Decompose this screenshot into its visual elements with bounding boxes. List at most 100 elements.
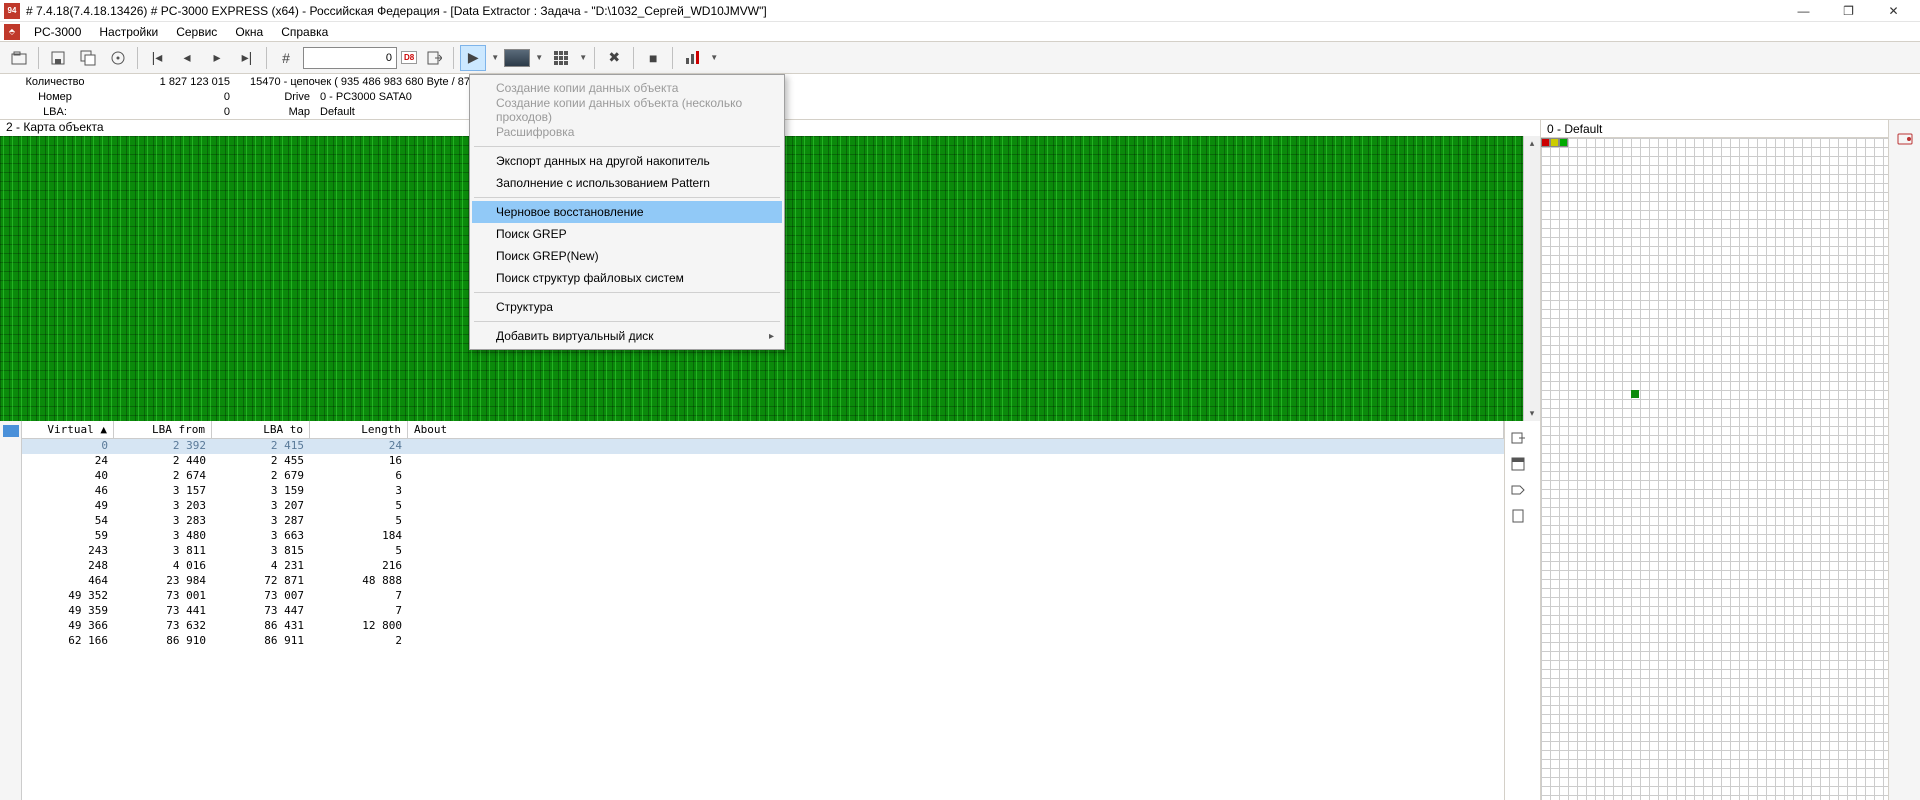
table-row[interactable]: 543 2833 2875 <box>22 514 1504 529</box>
table-row[interactable]: 593 4803 663184 <box>22 529 1504 544</box>
window-titlebar: 94 # 7.4.18(7.4.18.13426) # PC-3000 EXPR… <box>0 0 1920 22</box>
table-row[interactable]: 463 1573 1593 <box>22 484 1504 499</box>
menubar-icon: ⬘ <box>4 24 20 40</box>
export-row-icon[interactable] <box>1505 425 1531 451</box>
info-bar: Количество1 827 123 015 Номер0 LBA:0 154… <box>0 74 1920 120</box>
legend-green-icon <box>1559 138 1568 147</box>
object-map-scrollbar[interactable]: ▴ ▾ <box>1523 136 1540 421</box>
toolbar-separator <box>633 47 634 69</box>
thumb-dropdown[interactable]: ▼ <box>534 53 544 62</box>
window-title: # 7.4.18(7.4.18.13426) # PC-3000 EXPRESS… <box>26 4 1781 18</box>
page-icon[interactable] <box>1505 503 1531 529</box>
menu-service[interactable]: Сервис <box>168 23 225 41</box>
table-row[interactable]: 46423 98472 87148 888 <box>22 574 1504 589</box>
qty-label: Количество <box>10 76 100 91</box>
col-length[interactable]: Length <box>310 421 408 438</box>
right-tool-column <box>1888 120 1920 800</box>
app-icon: 94 <box>4 3 20 19</box>
chart-icon[interactable] <box>679 45 705 71</box>
context-menu-separator <box>474 197 780 198</box>
lba-value: 0 <box>100 106 230 121</box>
next-icon[interactable]: ▸ <box>204 45 230 71</box>
menu-help[interactable]: Справка <box>273 23 336 41</box>
table-row[interactable]: 493 2033 2075 <box>22 499 1504 514</box>
map-label: Map <box>250 106 310 121</box>
tools-icon[interactable]: ✖ <box>601 45 627 71</box>
context-menu-item[interactable]: Поиск GREP(New) <box>472 245 782 267</box>
grid-dropdown[interactable]: ▼ <box>578 53 588 62</box>
thumbnail-icon[interactable] <box>504 49 530 67</box>
qty-value: 1 827 123 015 <box>100 76 230 91</box>
col-about[interactable]: About <box>408 421 1504 438</box>
toolbar-separator <box>594 47 595 69</box>
db-badge-icon: D8 <box>401 51 417 64</box>
play-icon[interactable]: ▶ <box>460 45 486 71</box>
context-menu-separator <box>474 321 780 322</box>
col-lba-to[interactable]: LBA to <box>212 421 310 438</box>
export-icon[interactable] <box>421 45 447 71</box>
context-menu-item: Расшифровка <box>472 121 782 143</box>
disk-icon[interactable] <box>105 45 131 71</box>
table-body[interactable]: 02 3922 41524242 4402 45516402 6742 6796… <box>22 439 1504 800</box>
toolbar-separator <box>137 47 138 69</box>
context-menu-separator <box>474 292 780 293</box>
context-menu-item: Создание копии данных объекта (несколько… <box>472 99 782 121</box>
tag-icon[interactable] <box>1505 477 1531 503</box>
toolbar-separator <box>672 47 673 69</box>
map-data-cell <box>1631 390 1639 398</box>
menu-windows[interactable]: Окна <box>227 23 271 41</box>
menu-pc3000[interactable]: PC-3000 <box>26 23 89 41</box>
col-lba-from[interactable]: LBA from <box>114 421 212 438</box>
toolbar-separator <box>38 47 39 69</box>
scroll-up-icon[interactable]: ▴ <box>1528 136 1537 151</box>
col-virtual[interactable]: Virtual ▲ <box>22 421 114 438</box>
context-menu-item[interactable]: Структура <box>472 296 782 318</box>
grid-icon[interactable]: # <box>273 45 299 71</box>
context-menu-item[interactable]: Экспорт данных на другой накопитель <box>472 150 782 172</box>
toolbar: |◂ ◂ ▸ ▸| # D8 ▶ ▼ ▼ ▼ ✖ ■ ▼ <box>0 42 1920 74</box>
table-row[interactable]: 49 35273 00173 0077 <box>22 589 1504 604</box>
num-label: Номер <box>10 91 100 106</box>
save-multi-icon[interactable] <box>75 45 101 71</box>
toolbar-separator <box>266 47 267 69</box>
table-row[interactable]: 242 4402 45516 <box>22 454 1504 469</box>
lba-input[interactable] <box>303 47 397 69</box>
table-row[interactable]: 02 3922 41524 <box>22 439 1504 454</box>
context-menu[interactable]: Создание копии данных объектаСоздание ко… <box>469 74 785 350</box>
minimize-button[interactable]: — <box>1781 0 1826 22</box>
menubar: ⬘ PC-3000 Настройки Сервис Окна Справка <box>0 22 1920 42</box>
play-dropdown[interactable]: ▼ <box>490 53 500 62</box>
table-row[interactable]: 49 36673 63286 43112 800 <box>22 619 1504 634</box>
last-icon[interactable]: ▸| <box>234 45 260 71</box>
first-icon[interactable]: |◂ <box>144 45 170 71</box>
chart-dropdown[interactable]: ▼ <box>709 53 719 62</box>
table-row[interactable]: 2484 0164 231216 <box>22 559 1504 574</box>
stop-icon[interactable]: ■ <box>640 45 666 71</box>
context-menu-item[interactable]: Черновое восстановление <box>472 201 782 223</box>
sector-icon[interactable] <box>1505 451 1531 477</box>
legend-red-icon <box>1541 138 1550 147</box>
context-menu-item[interactable]: Добавить виртуальный диск▸ <box>472 325 782 347</box>
save-icon[interactable] <box>45 45 71 71</box>
table-gutter <box>0 421 22 800</box>
table-row[interactable]: 402 6742 6796 <box>22 469 1504 484</box>
context-menu-item[interactable]: Заполнение с использованием Pattern <box>472 172 782 194</box>
context-menu-item[interactable]: Поиск структур файловых систем <box>472 267 782 289</box>
drive-tool-icon[interactable] <box>1892 126 1918 152</box>
scroll-down-icon[interactable]: ▾ <box>1528 406 1537 421</box>
menu-settings[interactable]: Настройки <box>91 23 166 41</box>
table-row[interactable]: 62 16686 91086 9112 <box>22 634 1504 649</box>
grid-view-icon[interactable] <box>548 45 574 71</box>
maximize-button[interactable]: ❐ <box>1826 0 1871 22</box>
right-overview-map[interactable] <box>1541 138 1888 800</box>
table-row[interactable]: 2433 8113 8155 <box>22 544 1504 559</box>
table-row[interactable]: 49 35973 44173 4477 <box>22 604 1504 619</box>
context-menu-item[interactable]: Поиск GREP <box>472 223 782 245</box>
prev-icon[interactable]: ◂ <box>174 45 200 71</box>
table-header[interactable]: Virtual ▲ LBA from LBA to Length About <box>22 421 1504 439</box>
submenu-arrow-icon: ▸ <box>769 331 774 342</box>
table-tool-column <box>1504 421 1540 800</box>
right-map-title: 0 - Default <box>1541 120 1888 138</box>
open-icon[interactable] <box>6 45 32 71</box>
close-button[interactable]: ✕ <box>1871 0 1916 22</box>
